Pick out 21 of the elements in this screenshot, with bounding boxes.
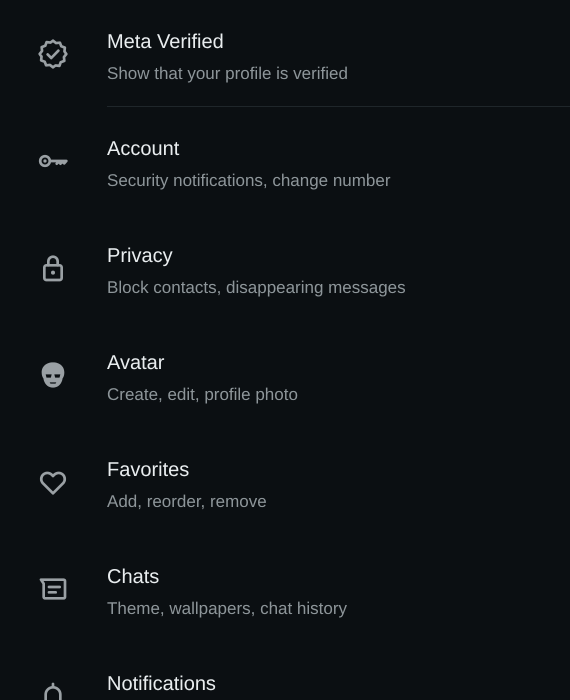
item-subtitle: Add, reorder, remove: [107, 491, 268, 513]
item-title: Privacy: [107, 244, 174, 269]
item-subtitle: Block contacts, disappearing messages: [107, 277, 407, 299]
item-title: Notifications: [107, 672, 217, 697]
settings-item[interactable]: Privacy Block contacts, disappearing messages: [0, 214, 570, 321]
item-title: Favorites: [107, 458, 190, 483]
item-title: Account: [107, 137, 180, 162]
settings-item[interactable]: Chats Theme, wallpapers, chat history: [0, 535, 570, 642]
settings-item[interactable]: Notifications: [0, 642, 570, 700]
item-title: Meta Verified: [107, 30, 225, 55]
settings-item[interactable]: Meta Verified Show that your profile is verified: [0, 0, 570, 107]
item-subtitle: Theme, wallpapers, chat history: [107, 598, 348, 620]
settings-item[interactable]: Favorites Add, reorder, remove: [0, 428, 570, 535]
settings-item[interactable]: Avatar Create, edit, profile photo: [0, 321, 570, 428]
item-title: Avatar: [107, 351, 166, 376]
item-subtitle: Security notifications, change number: [107, 170, 392, 192]
item-subtitle: Show that your profile is verified: [107, 63, 349, 85]
item-subtitle: Create, edit, profile photo: [107, 384, 299, 406]
item-title: Chats: [107, 565, 160, 590]
badge-check-icon: [37, 38, 69, 70]
settings-item[interactable]: Account Security notifications, change number: [0, 107, 570, 214]
